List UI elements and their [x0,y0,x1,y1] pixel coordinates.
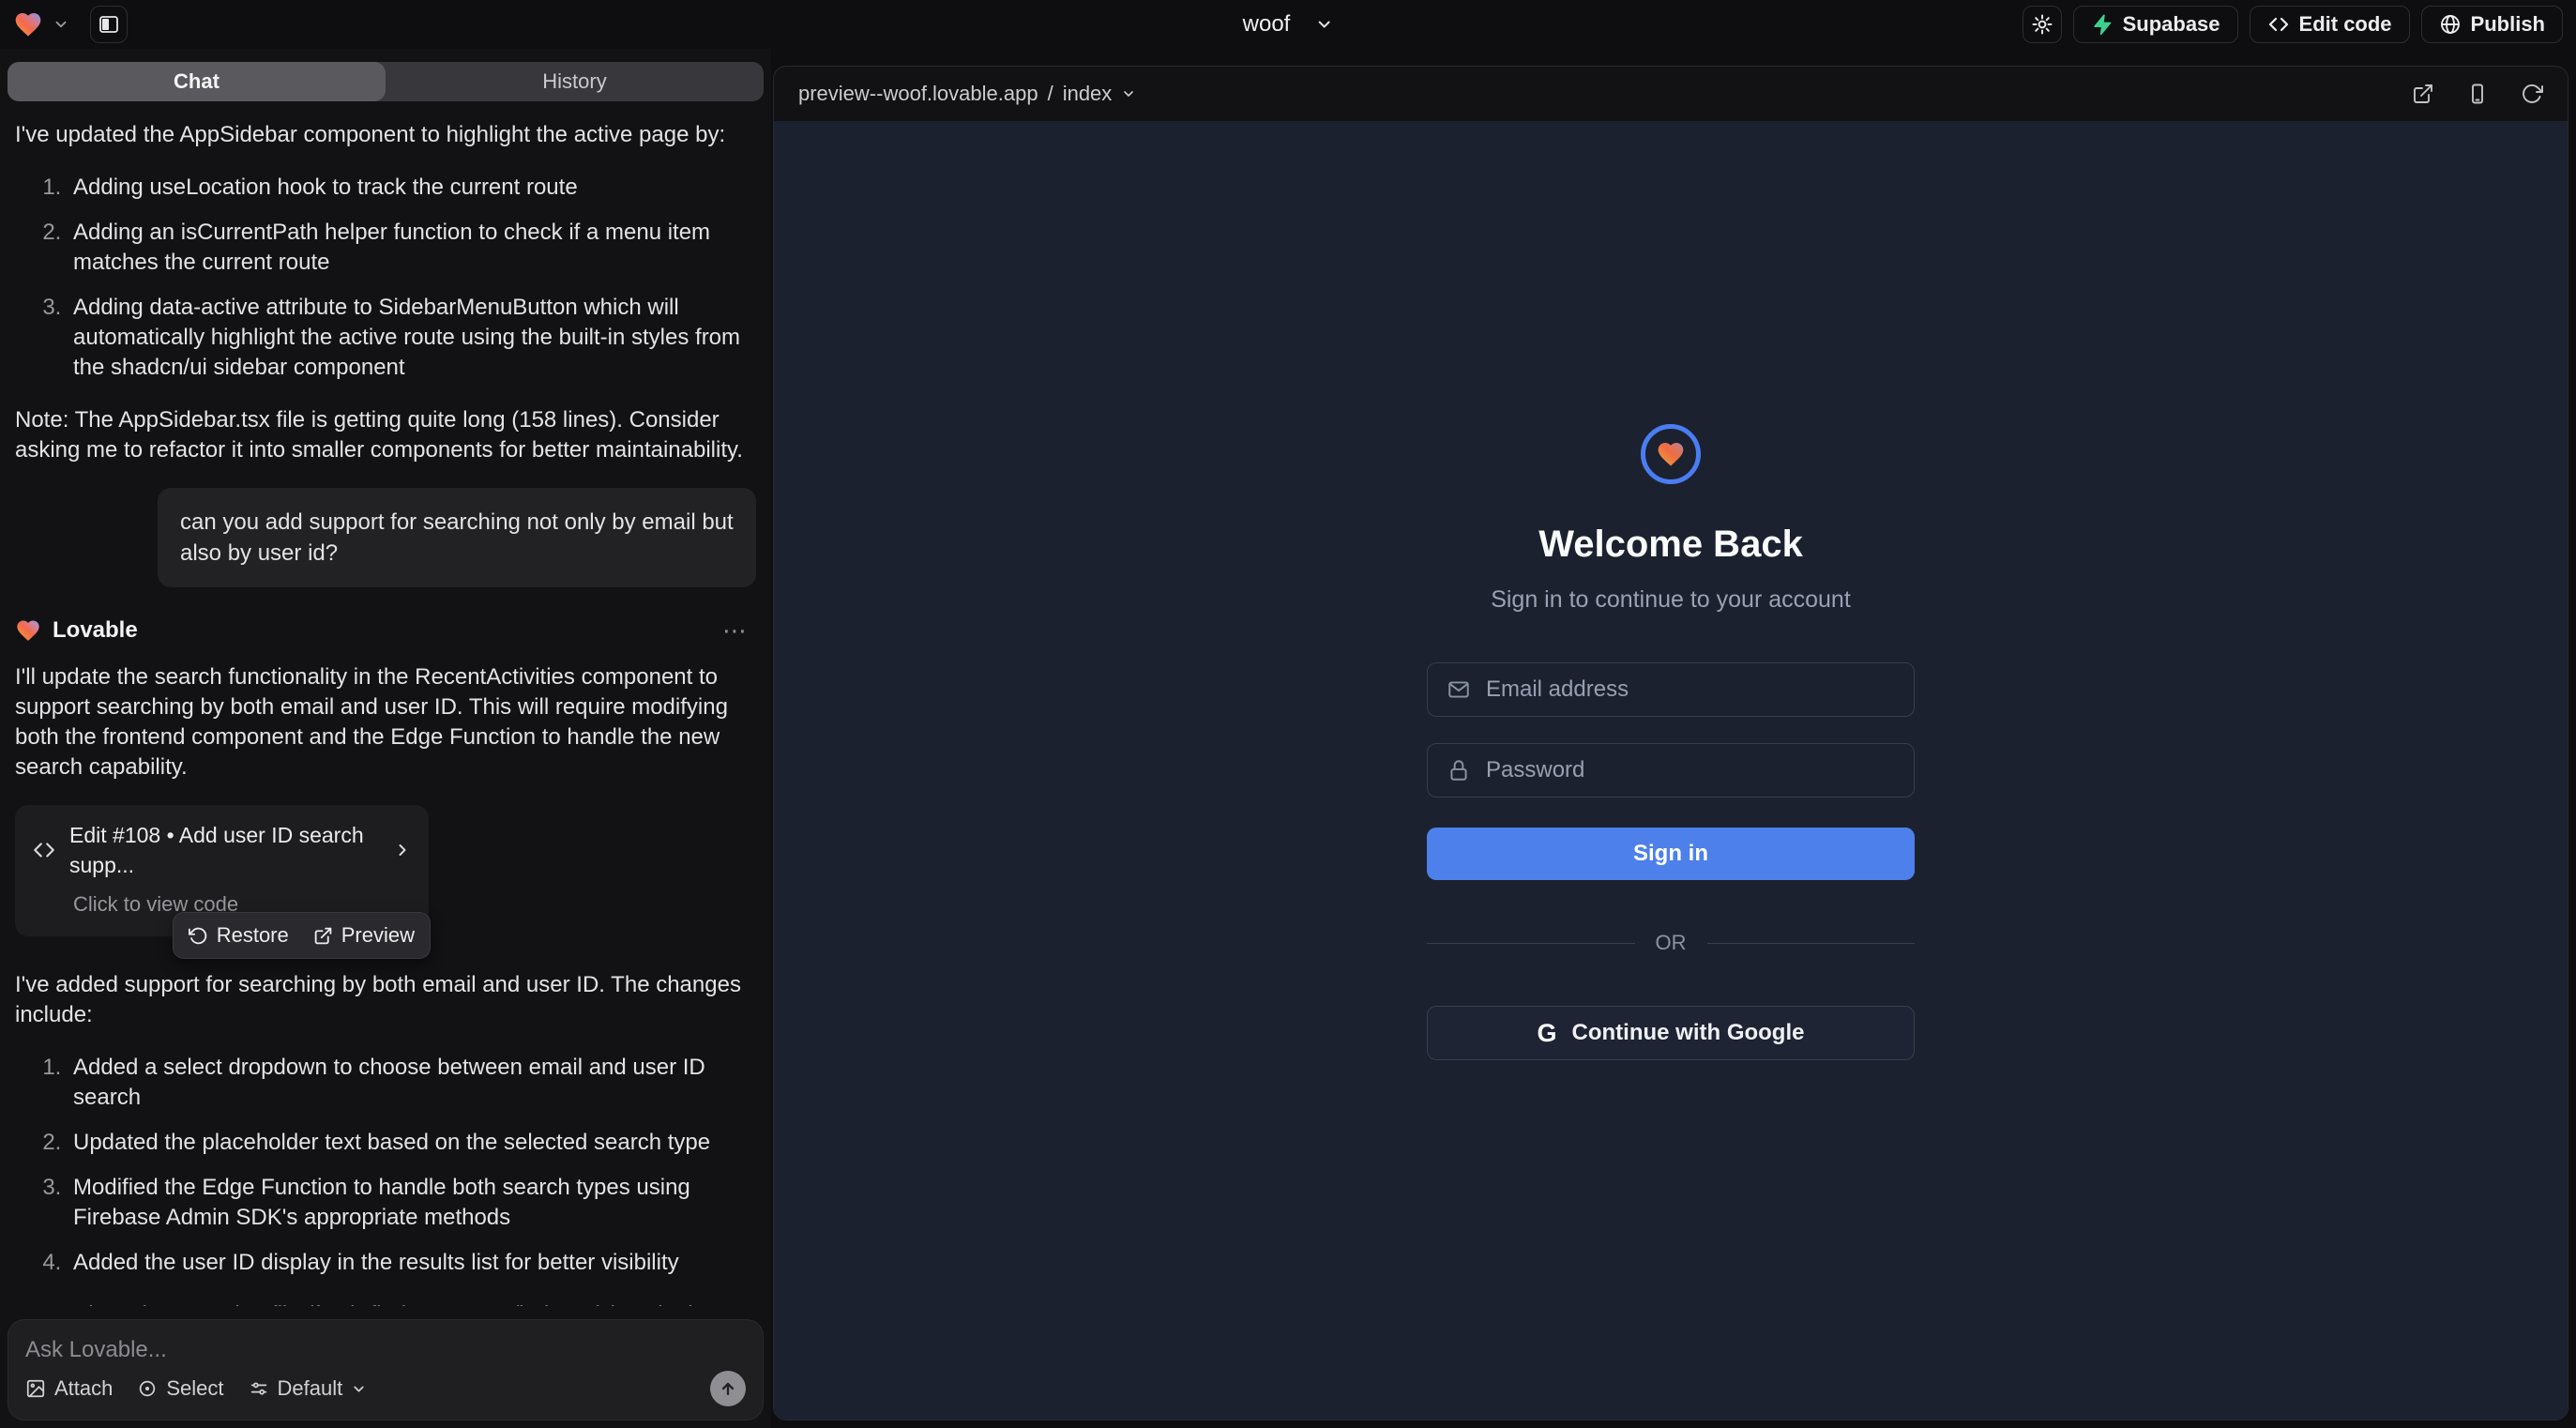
external-link-icon [313,926,333,946]
assistant-name: Lovable [53,615,138,646]
select-target-icon [137,1378,158,1399]
password-field[interactable] [1486,757,1895,783]
url-path-separator: / [1048,82,1053,106]
email-field-wrapper [1427,662,1915,717]
refresh-icon[interactable] [2521,83,2543,105]
preview-page: index [1063,82,1113,106]
preview-url-selector[interactable]: preview--woof.lovable.app / index [798,82,1136,106]
edit-card-hover-actions: Restore Preview [173,912,431,959]
project-switcher[interactable]: woof [1243,0,1334,49]
preview-button[interactable]: Preview [313,920,415,950]
mode-selector[interactable]: Default [249,1376,368,1401]
mode-label: Default [278,1376,343,1401]
assistant-numbered-list: Adding useLocation hook to track the cur… [15,173,756,383]
preview-url: preview--woof.lovable.app [798,82,1038,106]
password-field-wrapper [1427,743,1915,798]
restore-button[interactable]: Restore [189,920,289,950]
list-item: Added the user ID display in the results… [68,1248,756,1278]
edit-version-card[interactable]: Edit #108 • Add user ID search supp... C… [15,805,429,936]
chat-input[interactable] [25,1337,746,1363]
lock-icon [1447,758,1471,782]
restore-icon [189,926,208,946]
sign-in-button[interactable]: Sign in [1427,828,1915,880]
assistant-numbered-list: Added a select dropdown to choose betwee… [15,1053,756,1278]
list-item: Modified the Edge Function to handle bot… [68,1173,756,1233]
supabase-label: Supabase [2123,12,2220,37]
globe-icon [2439,13,2462,36]
code-icon [2267,13,2290,36]
chat-message-list[interactable]: I've updated the AppSidebar component to… [8,101,764,1306]
preview-label: Preview [341,920,415,950]
attach-image-icon [25,1378,46,1399]
url-chevron-down-icon [1121,86,1136,101]
chevron-right-icon [393,841,412,859]
code-icon [32,838,56,862]
publish-label: Publish [2471,12,2545,37]
chat-composer: Attach Select Default [8,1319,764,1420]
preview-iframe[interactable]: Welcome Back Sign in to continue to your… [774,121,2568,1420]
project-name: woof [1243,11,1291,38]
page-subtitle: Sign in to continue to your account [1491,586,1851,614]
assistant-paragraph: I've updated the AppSidebar component to… [15,120,756,150]
list-item: Adding useLocation hook to track the cur… [68,173,756,203]
preview-url-bar: preview--woof.lovable.app / index [774,67,2568,121]
topbar: woof Supabase Edit code Publish [0,0,2576,49]
continue-with-google-button[interactable]: G Continue with Google [1427,1006,1915,1060]
list-item: Added a select dropdown to choose betwee… [68,1053,756,1113]
assistant-note: Note: The AppSidebar.tsx file is getting… [15,405,756,465]
mode-chevron-down-icon [351,1381,367,1397]
user-message-bubble: can you add support for searching not on… [158,488,756,587]
project-chevron-down-icon [1314,15,1333,34]
supabase-icon [2091,13,2114,36]
open-in-new-tab-icon[interactable] [2412,83,2434,105]
sliders-icon [249,1378,269,1399]
mobile-view-icon[interactable] [2466,83,2489,105]
tab-chat[interactable]: Chat [8,62,386,101]
supabase-button[interactable]: Supabase [2073,6,2238,43]
chat-panel: Chat History I've updated the AppSidebar… [0,49,771,1428]
app-logo-ring [1641,424,1701,484]
attach-label: Attach [54,1376,113,1401]
settings-button[interactable] [2023,6,2062,43]
message-menu-button[interactable]: ⋯ [722,615,756,646]
or-label: OR [1656,931,1687,955]
list-item: Adding data-active attribute to SidebarM… [68,293,756,383]
send-button[interactable] [710,1371,746,1406]
assistant-paragraph: I've added support for searching by both… [15,970,756,1030]
attach-button[interactable]: Attach [25,1376,113,1401]
lovable-logo-heart-icon[interactable] [13,9,43,39]
select-label: Select [166,1376,223,1401]
tab-history[interactable]: History [386,62,764,101]
sidebar-toggle-button[interactable] [90,6,128,43]
restore-label: Restore [217,920,289,950]
edit-code-button[interactable]: Edit code [2250,6,2410,43]
list-item: Adding an isCurrentPath helper function … [68,218,756,278]
preview-panel: preview--woof.lovable.app / index [773,66,2568,1420]
list-item: Updated the placeholder text based on th… [68,1128,756,1158]
chat-history-tabs: Chat History [8,62,764,101]
google-button-label: Continue with Google [1572,1020,1805,1046]
app-logo-heart-icon [1656,439,1686,469]
select-button[interactable]: Select [137,1376,223,1401]
assistant-paragraph: I'll update the search functionality in … [15,662,756,782]
workspace-chevron-down-icon[interactable] [53,16,69,33]
publish-button[interactable]: Publish [2421,6,2563,43]
lovable-avatar-heart-icon [15,617,41,644]
edit-card-title: Edit #108 • Add user ID search supp... [69,820,380,880]
or-divider: OR [1427,931,1915,955]
assistant-header: Lovable ⋯ [15,615,756,646]
gear-icon [2031,13,2053,36]
edit-code-label: Edit code [2299,12,2392,37]
assistant-note: Note: The Edge Function file (fetch-fire… [15,1300,756,1306]
page-title: Welcome Back [1538,524,1803,566]
envelope-icon [1447,677,1471,702]
sign-in-card: Welcome Back Sign in to continue to your… [1427,424,1915,1060]
panel-left-icon [98,13,120,36]
arrow-up-icon [719,1379,737,1398]
email-field[interactable] [1486,676,1895,703]
google-g-icon: G [1538,1019,1557,1048]
